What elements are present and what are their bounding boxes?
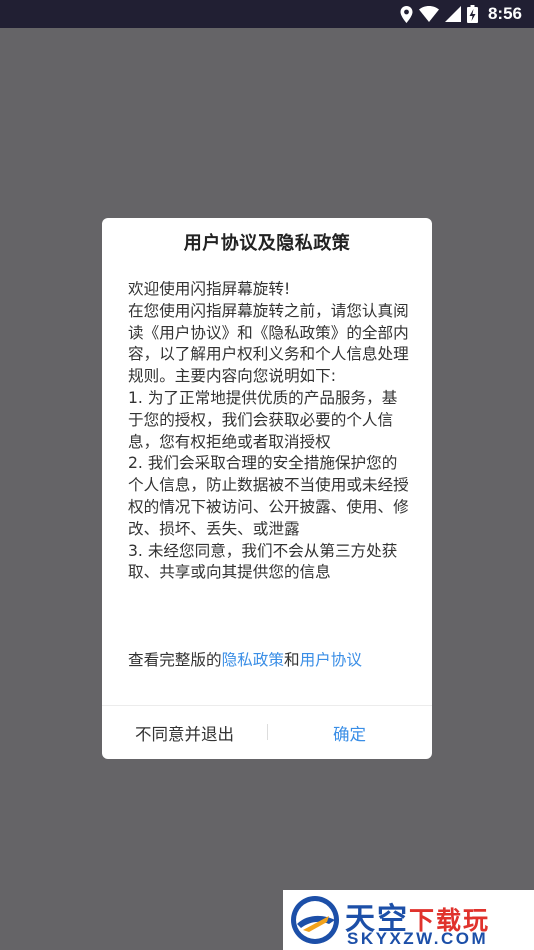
status-bar: 8:56 <box>0 0 534 28</box>
privacy-dialog: 用户协议及隐私政策 欢迎使用闪指屏幕旋转! 在您使用闪指屏幕旋转之前，请您认真阅… <box>102 218 432 759</box>
policy-link-line: 查看完整版的隐私政策和用户协议 <box>128 649 418 671</box>
wifi-icon <box>418 6 439 22</box>
link-prefix: 查看完整版的 <box>128 651 222 669</box>
signal-icon <box>444 6 461 22</box>
disagree-exit-button[interactable]: 不同意并退出 <box>102 706 267 759</box>
watermark-logo-icon <box>289 894 341 950</box>
dialog-title: 用户协议及隐私政策 <box>183 233 351 254</box>
watermark: 天空下载玩 SKYXZW.COM <box>283 890 534 950</box>
watermark-domain: SKYXZW.COM <box>347 929 489 948</box>
user-agreement-link[interactable]: 用户协议 <box>300 651 362 669</box>
location-icon <box>400 5 413 23</box>
link-and: 和 <box>283 651 300 669</box>
dialog-body-text: 欢迎使用闪指屏幕旋转! 在您使用闪指屏幕旋转之前，请您认真阅读《用户协议》和《隐… <box>128 280 409 582</box>
confirm-button[interactable]: 确定 <box>267 706 432 759</box>
battery-charging-icon <box>466 5 478 23</box>
privacy-policy-link[interactable]: 隐私政策 <box>222 651 284 669</box>
clock: 8:56 <box>487 4 522 23</box>
